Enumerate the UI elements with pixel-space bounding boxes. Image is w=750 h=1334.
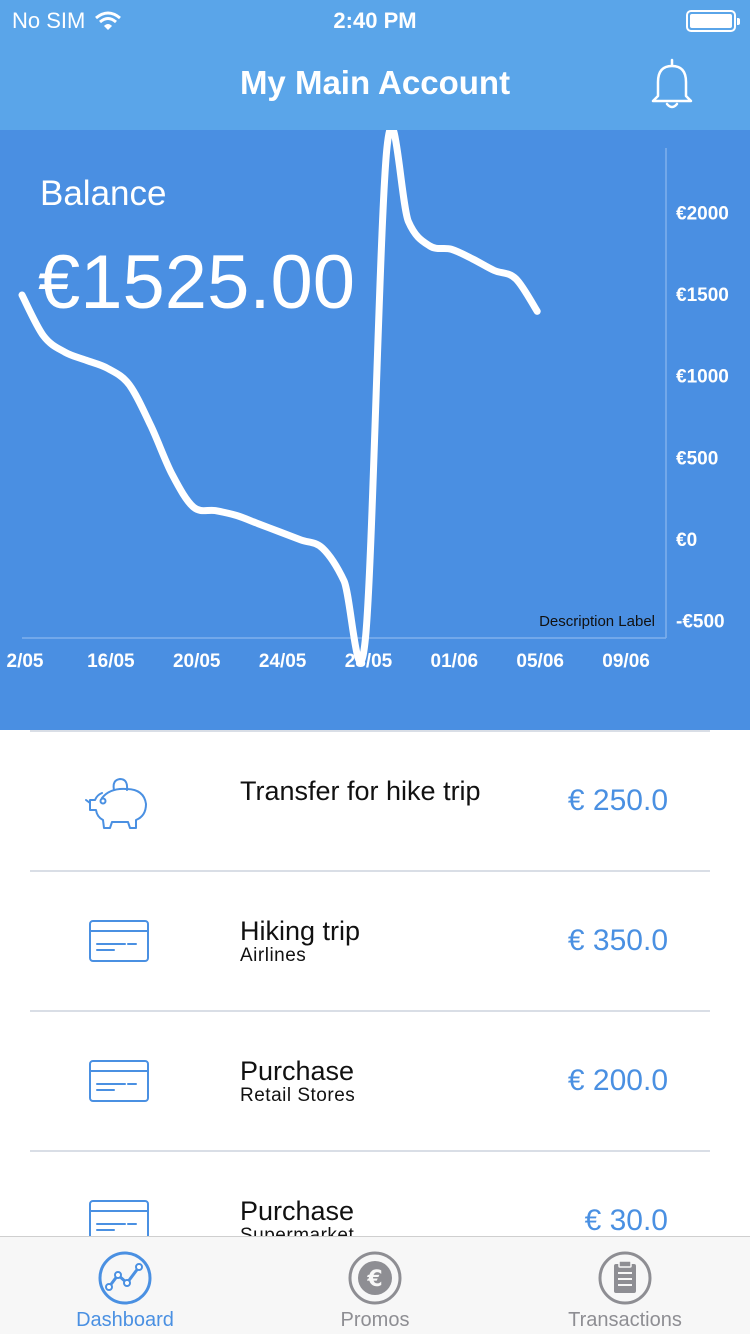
nav-bar: My Main Account: [0, 40, 750, 130]
transaction-amount: € 30.0: [584, 1204, 668, 1236]
transaction-amount: € 200.0: [567, 1064, 668, 1097]
battery-icon: [686, 10, 740, 32]
transaction-list[interactable]: Transfer for hike trip € 250.0 Hiking tr…: [0, 730, 750, 1236]
tab-label: Dashboard: [76, 1309, 174, 1331]
transaction-row[interactable]: Transfer for hike trip € 250.0: [0, 730, 750, 870]
piggy-bank-icon: [85, 778, 147, 829]
transaction-title: Transfer for hike trip: [240, 776, 481, 806]
x-tick-label: 16/05: [87, 651, 135, 672]
x-tick-label: 24/05: [259, 651, 307, 672]
transaction-row[interactable]: Purchase Retail Stores € 200.0: [0, 1010, 750, 1150]
credit-card-icon: [89, 1060, 149, 1102]
y-tick-label: €1500: [676, 285, 729, 306]
transaction-subtitle: Airlines: [240, 945, 307, 966]
transaction-amount: € 350.0: [567, 924, 668, 957]
tab-transactions[interactable]: Transactions: [500, 1237, 750, 1334]
clipboard-icon: [598, 1251, 652, 1305]
x-tick-label: 09/06: [602, 651, 650, 672]
transaction-amount: € 250.0: [567, 784, 668, 817]
dashboard-icon: [98, 1251, 152, 1305]
tab-dashboard[interactable]: Dashboard: [0, 1237, 250, 1334]
credit-card-icon: [89, 920, 149, 962]
balance-chart-svg: Balance €1525.00 Description Label €2000…: [7, 130, 729, 672]
transaction-row[interactable]: Hiking trip Airlines € 350.0: [0, 870, 750, 1010]
transaction-subtitle: Supermarket: [240, 1225, 355, 1236]
balance-amount: €1525.00: [38, 240, 355, 325]
transaction-row[interactable]: Purchase Supermarket € 30.0: [0, 1150, 750, 1236]
y-tick-label: €500: [676, 448, 718, 469]
row-divider: [30, 1150, 710, 1152]
transaction-title: Hiking trip: [240, 916, 361, 946]
transaction-title: Purchase: [240, 1056, 355, 1086]
y-tick-label: €1000: [676, 367, 729, 388]
status-bar: No SIM 2:40 PM: [0, 0, 750, 40]
svg-text:€: €: [366, 1267, 382, 1292]
bell-icon[interactable]: [648, 56, 696, 112]
tab-bar: Dashboard € Promos Transactions: [0, 1236, 750, 1334]
page-title: My Main Account: [239, 64, 511, 101]
x-tick-label: 2/05: [7, 651, 44, 672]
credit-card-icon: [89, 1200, 149, 1236]
chart-description-label: Description Label: [539, 613, 655, 630]
balance-label: Balance: [40, 174, 166, 213]
row-divider: [30, 730, 710, 732]
x-tick-label: 05/06: [516, 651, 564, 672]
y-tick-label: €2000: [676, 203, 729, 224]
x-tick-label: 28/05: [345, 651, 393, 672]
balance-chart: Balance €1525.00 Description Label €2000…: [0, 130, 750, 730]
tab-promos[interactable]: € Promos: [250, 1237, 500, 1334]
y-tick-label: €0: [676, 530, 697, 551]
transaction-subtitle: Retail Stores: [240, 1085, 356, 1106]
tab-label: Transactions: [568, 1309, 682, 1331]
row-divider: [30, 870, 710, 872]
x-tick-label: 01/06: [431, 651, 479, 672]
euro-icon: €: [348, 1251, 402, 1305]
x-tick-label: 20/05: [173, 651, 221, 672]
row-divider: [30, 1010, 710, 1012]
y-tick-label: -€500: [676, 612, 725, 633]
status-time: 2:40 PM: [333, 8, 417, 33]
transaction-title: Purchase: [240, 1196, 355, 1226]
tab-label: Promos: [340, 1309, 410, 1331]
